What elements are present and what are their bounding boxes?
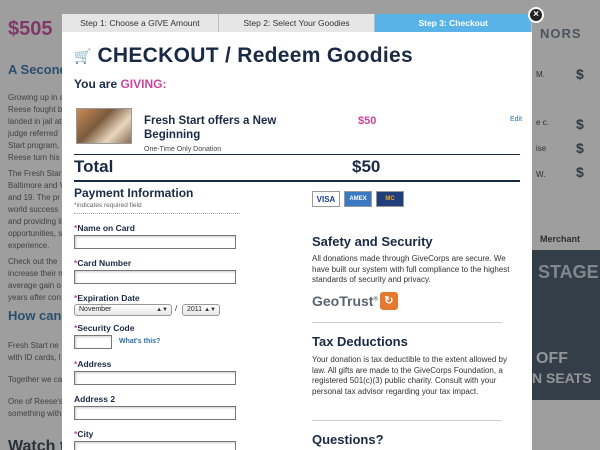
mastercard-card-icon: MC bbox=[376, 191, 404, 207]
geotrust-logo: GeoTrust® ↻ bbox=[312, 292, 398, 310]
questions-heading: Questions? bbox=[312, 432, 384, 447]
visa-card-icon: VISA bbox=[312, 191, 340, 207]
name-on-card-input[interactable] bbox=[74, 235, 236, 249]
date-separator: / bbox=[175, 304, 178, 313]
card-number-input[interactable] bbox=[74, 270, 236, 284]
cart-icon: 🛒 bbox=[74, 47, 92, 64]
amex-card-icon: AMEX bbox=[344, 191, 372, 207]
card-number-label: *Card Number bbox=[74, 258, 132, 268]
total-value: $50 bbox=[352, 157, 381, 176]
address-input[interactable] bbox=[74, 371, 236, 385]
checkout-modal: Step 1: Choose a GIVE Amount Step 2: Sel… bbox=[62, 14, 532, 450]
dotted-divider bbox=[74, 213, 240, 214]
divider bbox=[74, 180, 520, 182]
step-tabs: Step 1: Choose a GIVE Amount Step 2: Sel… bbox=[62, 14, 532, 32]
city-input[interactable] bbox=[74, 441, 236, 450]
security-code-input[interactable] bbox=[74, 335, 112, 349]
address2-input[interactable] bbox=[74, 406, 236, 420]
tax-text: Your donation is tax deductible to the e… bbox=[312, 355, 507, 396]
item-name: Fresh Start offers a New Beginning bbox=[144, 115, 277, 141]
select-arrows-icon: ▲▼ bbox=[156, 307, 168, 313]
step-3-tab[interactable]: Step 3: Checkout bbox=[375, 14, 532, 32]
close-button[interactable]: × bbox=[528, 7, 544, 23]
edit-link[interactable]: Edit bbox=[510, 116, 522, 123]
payment-heading: Payment Information bbox=[74, 186, 194, 200]
step-1-tab[interactable]: Step 1: Choose a GIVE Amount bbox=[62, 14, 219, 32]
item-thumbnail bbox=[76, 108, 132, 144]
safety-heading: Safety and Security bbox=[312, 234, 433, 249]
step-2-tab[interactable]: Step 2: Select Your Goodies bbox=[218, 14, 376, 32]
total-label: Total bbox=[74, 157, 114, 176]
cart-item: Fresh Start offers a New Beginning One-T… bbox=[74, 106, 524, 156]
accepted-cards: VISA AMEX MC bbox=[312, 191, 404, 207]
required-note: *indicates required field bbox=[74, 202, 142, 209]
checkout-title: CHECKOUT / Redeem Goodies bbox=[97, 44, 413, 67]
item-subtitle: One-Time Only Donation bbox=[144, 146, 222, 153]
divider bbox=[312, 420, 502, 421]
name-on-card-label: *Name on Card bbox=[74, 223, 135, 233]
address-label: *Address bbox=[74, 359, 112, 369]
city-label: *City bbox=[74, 429, 94, 439]
divider bbox=[74, 154, 520, 155]
address2-label: Address 2 bbox=[74, 394, 116, 404]
tax-heading: Tax Deductions bbox=[312, 334, 408, 349]
safety-text: All donations made through GiveCorps are… bbox=[312, 254, 510, 284]
geotrust-seal-icon: ↻ bbox=[379, 292, 398, 310]
expiration-year-select[interactable]: 2011 ▲▼ bbox=[182, 304, 220, 316]
page-title: 🛒 CHECKOUT / Redeem Goodies bbox=[74, 44, 413, 68]
expiration-month-select[interactable]: November ▲▼ bbox=[74, 304, 172, 316]
divider bbox=[312, 322, 502, 323]
security-code-label: *Security Code bbox=[74, 323, 135, 333]
expiration-label: *Expiration Date bbox=[74, 293, 140, 303]
select-arrows-icon: ▲▼ bbox=[204, 307, 216, 313]
whats-this-link[interactable]: What's this? bbox=[119, 338, 160, 345]
item-price: $50 bbox=[358, 115, 377, 127]
giving-label: You are GIVING: bbox=[74, 77, 167, 91]
